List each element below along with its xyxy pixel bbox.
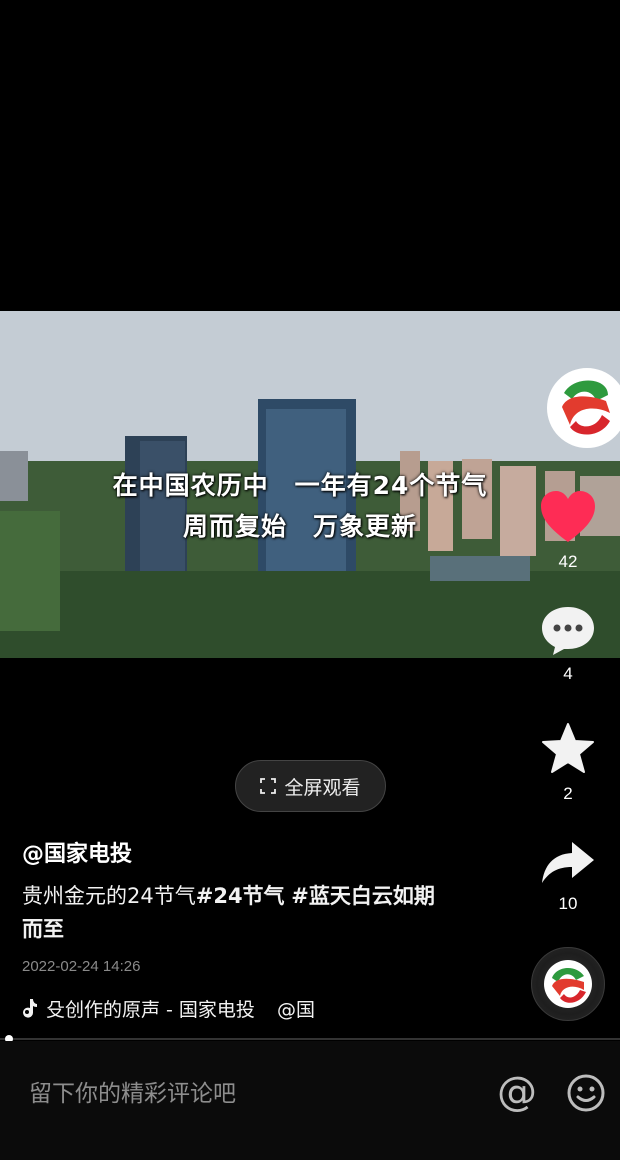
action-rail: 42 4 2 10	[520, 0, 620, 1040]
like-button[interactable]: 42	[520, 490, 616, 572]
caption-text: 贵州金元的24节气	[22, 884, 196, 908]
share-count: 10	[558, 894, 578, 913]
post-date: 2022-02-24 14:26	[22, 958, 141, 975]
hashtag-24-solar-terms[interactable]: #24节气	[196, 884, 285, 908]
favorite-count: 2	[563, 784, 573, 803]
heart-icon	[541, 491, 595, 542]
fullscreen-button[interactable]: 全屏观看	[235, 760, 386, 812]
comment-input[interactable]: 留下你的精彩评论吧	[29, 1074, 236, 1108]
music-row[interactable]: 殳创作的原声 - 国家电投 @国	[22, 995, 352, 1021]
video-subtitle-line2: 周而复始 万象更新	[182, 512, 417, 541]
music-title: 殳创作的原声 - 国家电投	[46, 998, 255, 1021]
author-name[interactable]: @国家电投	[22, 836, 132, 868]
post-caption: 贵州金元的24节气#24节气 #蓝天白云如期而至	[22, 880, 452, 946]
share-arrow-icon	[542, 842, 594, 883]
comment-bubble-icon	[542, 607, 594, 655]
author-avatar[interactable]	[547, 368, 620, 448]
music-disc-cover	[544, 960, 592, 1008]
comment-count: 4	[563, 664, 573, 683]
smiley-icon	[567, 1074, 605, 1112]
music-mention: @国	[276, 998, 315, 1021]
fullscreen-label: 全屏观看	[284, 776, 361, 799]
video-subtitle-line1: 在中国农历中 一年有24个节气	[112, 471, 488, 500]
favorite-button[interactable]: 2	[520, 722, 616, 804]
spic-logo-icon	[562, 380, 610, 435]
share-button[interactable]: 10	[520, 838, 616, 914]
expand-icon	[260, 778, 277, 794]
music-note-icon	[23, 999, 37, 1018]
star-icon	[542, 723, 594, 773]
music-disc[interactable]	[531, 947, 605, 1021]
spic-logo-icon	[552, 967, 586, 1003]
mention-at-icon[interactable]: @	[497, 1070, 537, 1114]
video-progress-track[interactable]	[0, 1038, 620, 1040]
comment-button[interactable]: 4	[520, 604, 616, 684]
like-count: 42	[558, 552, 578, 571]
emoji-button[interactable]	[566, 1073, 606, 1117]
